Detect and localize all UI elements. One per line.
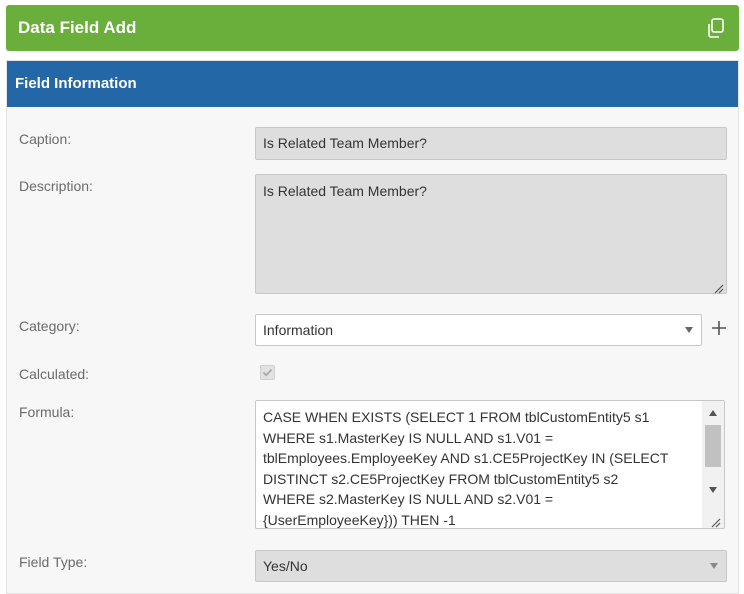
scroll-down-icon[interactable] bbox=[709, 487, 717, 493]
field-type-select[interactable]: Yes/No bbox=[255, 550, 727, 582]
formula-scrollbar[interactable] bbox=[702, 401, 724, 528]
calculated-checkbox[interactable] bbox=[260, 365, 275, 380]
field-type-label: Field Type: bbox=[19, 554, 88, 570]
section-header: Field Information bbox=[7, 61, 738, 107]
dialog-titlebar: Data Field Add bbox=[6, 5, 739, 51]
copy-icon[interactable] bbox=[705, 17, 727, 39]
resize-handle-icon[interactable] bbox=[714, 281, 724, 294]
description-textarea[interactable]: Is Related Team Member? bbox=[255, 174, 727, 294]
formula-line: WHERE s2.MasterKey IS NULL AND s2.V01 = bbox=[263, 491, 554, 507]
caption-label: Caption: bbox=[19, 131, 72, 147]
caption-input[interactable]: Is Related Team Member? bbox=[255, 127, 727, 160]
field-information-section: Field Information Caption: Is Related Te… bbox=[6, 60, 739, 594]
formula-line: DISTINCT s2.CE5ProjectKey FROM tblCustom… bbox=[263, 470, 619, 487]
formula-line: tblEmployees.EmployeeKey AND s1.CE5Proje… bbox=[263, 450, 669, 466]
formula-text: CASE WHEN EXISTS (SELECT 1 FROM tblCusto… bbox=[263, 407, 698, 528]
description-label: Description: bbox=[19, 178, 93, 194]
plus-icon[interactable] bbox=[710, 319, 728, 337]
resize-handle-icon[interactable] bbox=[711, 515, 721, 528]
category-label: Category: bbox=[19, 318, 80, 334]
formula-textarea[interactable]: CASE WHEN EXISTS (SELECT 1 FROM tblCusto… bbox=[255, 400, 725, 529]
scroll-up-icon[interactable] bbox=[709, 410, 717, 416]
category-select[interactable]: Information bbox=[255, 314, 702, 346]
description-text: Is Related Team Member? bbox=[263, 183, 427, 199]
formula-line: {UserEmployeeKey})) THEN -1 bbox=[263, 511, 456, 528]
calculated-label: Calculated: bbox=[19, 366, 90, 382]
chevron-down-icon bbox=[710, 563, 718, 569]
formula-label: Formula: bbox=[19, 404, 75, 420]
section-title: Field Information bbox=[15, 75, 137, 92]
dialog-title: Data Field Add bbox=[18, 18, 137, 37]
field-type-value: Yes/No bbox=[263, 558, 308, 574]
scroll-thumb[interactable] bbox=[705, 425, 721, 467]
chevron-down-icon bbox=[685, 327, 693, 333]
formula-line: CASE WHEN EXISTS (SELECT 1 FROM tblCusto… bbox=[263, 409, 650, 425]
category-value: Information bbox=[263, 322, 334, 338]
formula-line: WHERE s1.MasterKey IS NULL AND s1.V01 = bbox=[263, 429, 554, 446]
